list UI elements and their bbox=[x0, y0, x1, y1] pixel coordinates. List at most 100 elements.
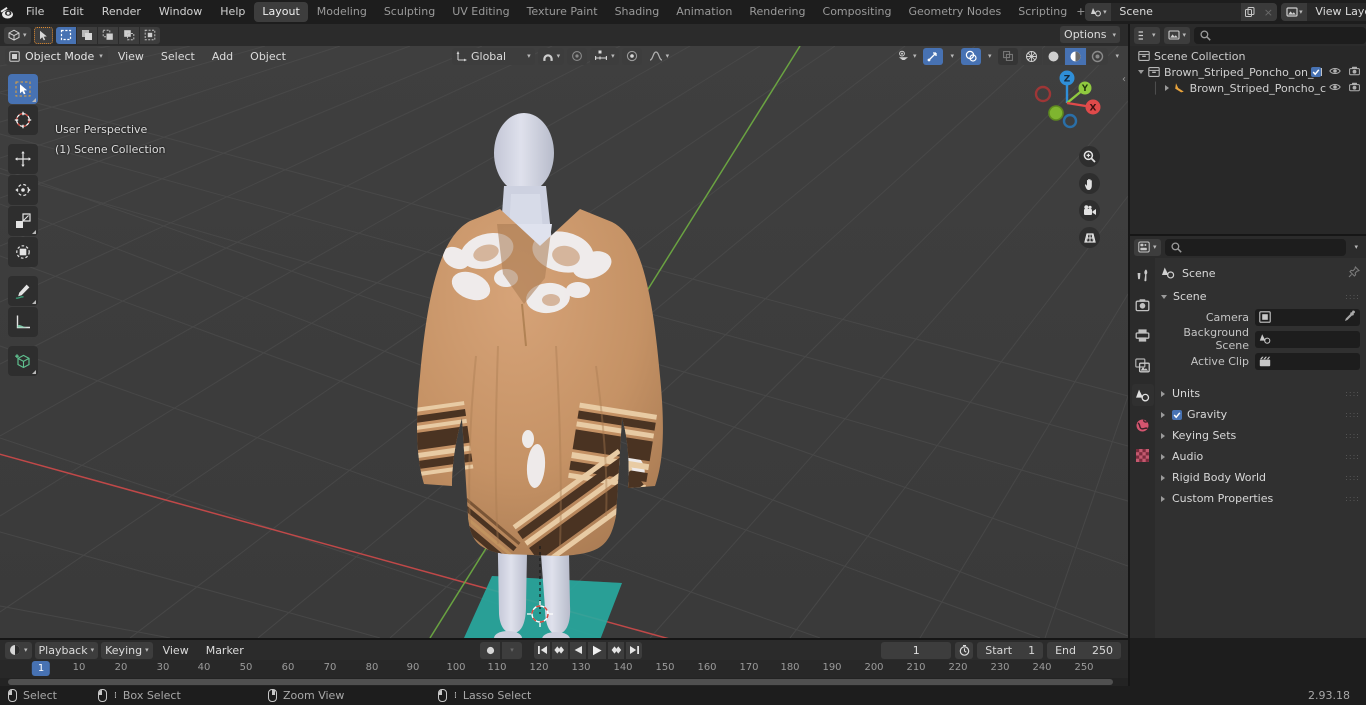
select-extend-icon[interactable] bbox=[76, 26, 97, 44]
new-scene-button[interactable] bbox=[1241, 3, 1260, 21]
active-clip-field[interactable] bbox=[1255, 352, 1360, 370]
panel-header-scene[interactable]: Scene :::: bbox=[1161, 286, 1360, 307]
jump-to-next-keyframe-button[interactable] bbox=[608, 641, 624, 659]
transform-orientation-dropdown[interactable]: Global ▾ bbox=[452, 47, 535, 65]
pin-icon[interactable] bbox=[1348, 265, 1361, 281]
pan-view-icon[interactable] bbox=[1079, 173, 1100, 194]
workspace-tab-modeling[interactable]: Modeling bbox=[309, 2, 375, 22]
gizmo-toggle[interactable] bbox=[923, 47, 944, 65]
properties-tab-output[interactable] bbox=[1132, 324, 1154, 346]
panel-expand-icon[interactable] bbox=[1161, 453, 1165, 460]
panel-header-gravity[interactable]: Gravity :::: bbox=[1161, 404, 1360, 425]
toggle-perspective-icon[interactable] bbox=[1079, 227, 1100, 248]
outliner-editor[interactable]: ▾ ▾ ▾ Scene Collection bbox=[1130, 24, 1366, 234]
panel-divider-outliner[interactable] bbox=[1130, 234, 1366, 236]
workspace-tab-scripting[interactable]: Scripting bbox=[1010, 2, 1075, 22]
overlays-toggle[interactable] bbox=[960, 47, 981, 65]
current-frame-field[interactable]: 1 bbox=[881, 641, 952, 659]
xray-toggle[interactable] bbox=[998, 47, 1019, 65]
shading-wireframe-icon[interactable] bbox=[1021, 47, 1043, 65]
tool-measure[interactable] bbox=[8, 307, 38, 337]
scene-icon[interactable]: ▾ bbox=[1085, 3, 1112, 21]
snap-increment-icon[interactable]: ▾ bbox=[590, 47, 619, 65]
outliner-search-field[interactable] bbox=[1215, 28, 1361, 42]
render-camera-icon[interactable] bbox=[1349, 82, 1360, 95]
shading-solid-icon[interactable] bbox=[1043, 47, 1065, 65]
view-layer-icon[interactable]: ▾ bbox=[1281, 3, 1308, 21]
collection-enable-checkbox[interactable] bbox=[1311, 67, 1321, 77]
tool-add-cube[interactable] bbox=[8, 346, 38, 376]
outliner-row-scene-collection[interactable]: Scene Collection bbox=[1130, 48, 1366, 64]
start-frame-field[interactable]: Start 1 bbox=[977, 641, 1044, 659]
timeline-menu-view[interactable]: View bbox=[156, 642, 196, 659]
viewport-menu-view[interactable]: View bbox=[111, 48, 151, 65]
object-visibility-dropdown[interactable]: ▾ bbox=[893, 48, 921, 65]
playback-dropdown[interactable]: Playback ▾ bbox=[34, 641, 99, 659]
properties-options-dropdown[interactable]: ▾ bbox=[1350, 239, 1362, 256]
timeline-ruler[interactable]: 10 20 30 40 50 60 70 80 90 100 110 120 1… bbox=[0, 660, 1130, 678]
workspace-tab-texture-paint[interactable]: Texture Paint bbox=[519, 2, 606, 22]
gravity-checkbox[interactable] bbox=[1172, 409, 1182, 420]
timeline-menu-marker[interactable]: Marker bbox=[199, 642, 251, 659]
gizmo-dropdown[interactable]: ▾ bbox=[946, 48, 958, 65]
panel-expand-icon[interactable] bbox=[1161, 495, 1165, 502]
timeline-editor[interactable]: ▾ Playback ▾ Keying ▾ View Marker ▾ 1 St… bbox=[0, 640, 1130, 686]
shading-material-preview-icon[interactable] bbox=[1065, 47, 1087, 65]
outliner-filter-type-icon[interactable]: ▾ bbox=[1163, 26, 1191, 44]
proportional-falloff-dropdown[interactable] bbox=[621, 47, 642, 65]
tool-rotate[interactable] bbox=[8, 175, 38, 205]
jump-to-prev-keyframe-button[interactable] bbox=[552, 641, 568, 659]
camera-view-icon[interactable] bbox=[1079, 200, 1100, 221]
shading-dropdown[interactable]: ▾ bbox=[1111, 48, 1123, 65]
eyedropper-icon[interactable] bbox=[1344, 309, 1356, 325]
expand-arrow-icon[interactable] bbox=[1164, 85, 1169, 91]
properties-tab-view-layer[interactable] bbox=[1132, 354, 1154, 376]
outliner-row-poncho-collection[interactable]: Brown_Striped_Poncho_on_M bbox=[1130, 64, 1366, 80]
tool-annotate[interactable] bbox=[8, 276, 38, 306]
properties-search-field[interactable] bbox=[1185, 240, 1341, 254]
scene-name[interactable]: Scene bbox=[1111, 3, 1242, 21]
menu-help[interactable]: Help bbox=[211, 3, 254, 21]
outliner-row-poncho-object[interactable]: │ Brown_Striped_Poncho_c bbox=[1130, 80, 1366, 96]
select-intersect-icon[interactable] bbox=[139, 26, 160, 44]
tool-cursor[interactable] bbox=[8, 105, 38, 135]
sidebar-collapse-icon[interactable]: ‹ bbox=[1122, 74, 1126, 85]
outliner-search-input[interactable] bbox=[1194, 26, 1366, 44]
tool-move[interactable] bbox=[8, 144, 38, 174]
menu-edit[interactable]: Edit bbox=[53, 3, 92, 21]
falloff-type-dropdown[interactable]: ▾ bbox=[645, 48, 674, 65]
panel-header-custom-properties[interactable]: Custom Properties :::: bbox=[1161, 488, 1360, 509]
panel-header-audio[interactable]: Audio :::: bbox=[1161, 446, 1360, 467]
menu-file[interactable]: File bbox=[17, 3, 53, 21]
viewport-menu-add[interactable]: Add bbox=[205, 48, 240, 65]
background-scene-field[interactable] bbox=[1255, 330, 1360, 348]
shading-rendered-icon[interactable] bbox=[1087, 47, 1109, 65]
panel-expand-icon[interactable] bbox=[1161, 294, 1167, 299]
tool-transform[interactable] bbox=[8, 237, 38, 267]
select-invert-icon[interactable] bbox=[118, 26, 139, 44]
panel-expand-icon[interactable] bbox=[1161, 432, 1165, 439]
properties-tab-tool[interactable] bbox=[1132, 264, 1154, 286]
render-camera-icon[interactable] bbox=[1349, 66, 1360, 79]
timeline-playhead[interactable]: 1 bbox=[31, 661, 51, 676]
jump-to-end-button[interactable] bbox=[626, 641, 642, 659]
add-workspace-button[interactable]: + bbox=[1076, 2, 1085, 22]
options-dropdown[interactable]: Options ▾ bbox=[1060, 26, 1120, 43]
panel-header-rigid-body-world[interactable]: Rigid Body World :::: bbox=[1161, 467, 1360, 488]
workspace-tab-layout[interactable]: Layout bbox=[254, 2, 308, 22]
properties-tab-render[interactable] bbox=[1132, 294, 1154, 316]
workspace-tab-geometry-nodes[interactable]: Geometry Nodes bbox=[900, 2, 1009, 22]
properties-search-input[interactable] bbox=[1164, 238, 1347, 256]
auto-keying-dropdown[interactable]: ▾ bbox=[502, 641, 522, 659]
menu-render[interactable]: Render bbox=[93, 3, 150, 21]
menu-window[interactable]: Window bbox=[150, 3, 211, 21]
overlays-dropdown[interactable]: ▾ bbox=[984, 48, 996, 65]
timeline-scrollbar[interactable] bbox=[0, 678, 1130, 686]
select-subtract-icon[interactable] bbox=[97, 26, 118, 44]
timeline-editor-icon[interactable]: ▾ bbox=[5, 641, 32, 659]
tool-scale[interactable] bbox=[8, 206, 38, 236]
view-layer-name[interactable]: View Layer bbox=[1307, 3, 1366, 21]
play-button[interactable] bbox=[588, 641, 606, 659]
proportional-editing-toggle[interactable] bbox=[567, 47, 588, 65]
properties-tab-scene[interactable] bbox=[1131, 384, 1154, 406]
